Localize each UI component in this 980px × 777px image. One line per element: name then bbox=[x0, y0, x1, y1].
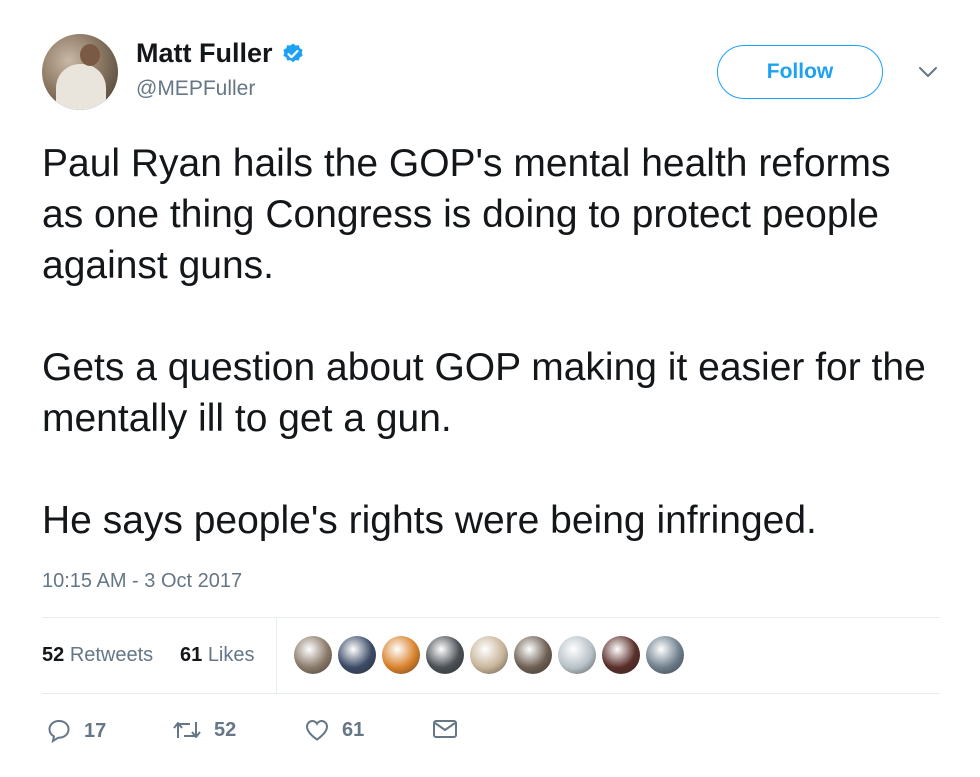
author-name-row: Matt Fuller bbox=[136, 38, 305, 69]
retweets-count: 52 bbox=[42, 644, 65, 666]
liker-avatar[interactable] bbox=[294, 636, 332, 674]
reply-count: 17 bbox=[84, 719, 107, 742]
heart-icon bbox=[305, 719, 329, 741]
avatar[interactable] bbox=[42, 34, 118, 110]
retweets-stat[interactable]: 52 Retweets bbox=[42, 644, 153, 667]
reply-icon bbox=[48, 719, 70, 744]
chevron-down-icon[interactable] bbox=[914, 62, 942, 82]
author-name[interactable]: Matt Fuller bbox=[136, 38, 273, 69]
liker-avatar[interactable] bbox=[426, 636, 464, 674]
liker-avatar[interactable] bbox=[646, 636, 684, 674]
tweet-timestamp[interactable]: 10:15 AM - 3 Oct 2017 bbox=[42, 570, 242, 593]
like-action[interactable]: 61 bbox=[304, 718, 364, 742]
retweets-label: Retweets bbox=[69, 644, 154, 666]
likes-stat[interactable]: 61 Likes bbox=[180, 644, 255, 667]
liker-avatar[interactable] bbox=[338, 636, 376, 674]
tweet-text: Paul Ryan hails the GOP's mental health … bbox=[42, 138, 942, 546]
stats-bottom-divider bbox=[42, 693, 940, 694]
stats-separator bbox=[276, 618, 277, 694]
author-handle[interactable]: @MEPFuller bbox=[136, 77, 255, 101]
follow-button[interactable]: Follow bbox=[717, 45, 883, 99]
tweet-paragraph-2: Gets a question about GOP making it easi… bbox=[42, 346, 926, 440]
retweet-icon bbox=[173, 722, 201, 738]
avatar-figure-head bbox=[80, 44, 100, 66]
direct-message-action[interactable] bbox=[432, 718, 458, 740]
liker-avatar[interactable] bbox=[558, 636, 596, 674]
liker-avatar[interactable] bbox=[602, 636, 640, 674]
liker-avatar[interactable] bbox=[382, 636, 420, 674]
likes-label: Likes bbox=[207, 644, 255, 666]
retweet-count: 52 bbox=[214, 718, 237, 741]
retweet-action[interactable]: 52 bbox=[172, 718, 236, 742]
verified-badge-icon bbox=[282, 43, 303, 62]
tweet-paragraph-1: Paul Ryan hails the GOP's mental health … bbox=[42, 142, 891, 287]
like-count: 61 bbox=[342, 718, 365, 741]
liker-avatar[interactable] bbox=[514, 636, 552, 674]
reply-action[interactable]: 17 bbox=[46, 718, 106, 744]
avatar-figure-shirt bbox=[56, 64, 106, 110]
tweet-stats: 52 Retweets 61 Likes bbox=[42, 618, 940, 694]
likes-count: 61 bbox=[180, 644, 203, 666]
tweet-paragraph-3: He says people's rights were being infri… bbox=[42, 499, 817, 542]
liker-avatar[interactable] bbox=[470, 636, 508, 674]
tweet-actions: 17 52 61 bbox=[42, 710, 642, 754]
envelope-icon bbox=[433, 720, 457, 738]
